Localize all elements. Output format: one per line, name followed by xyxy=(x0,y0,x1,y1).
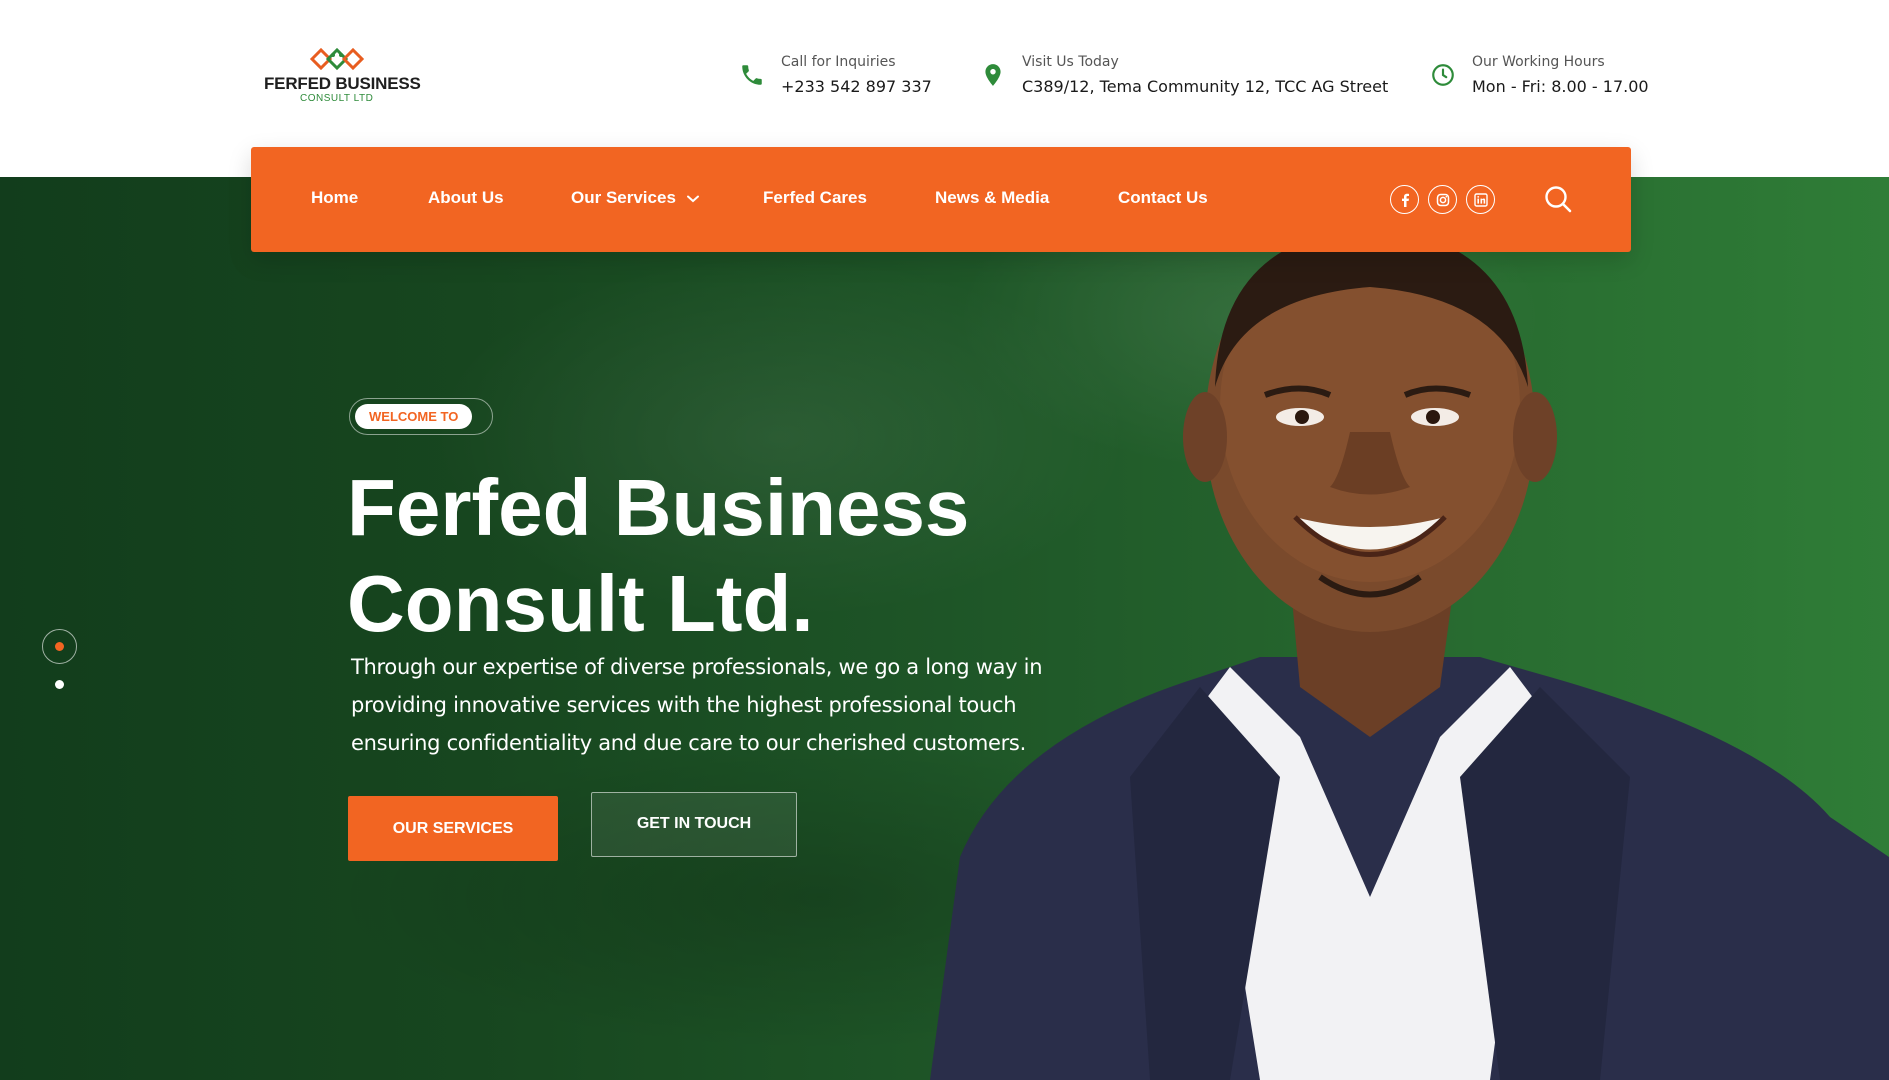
visit-label: Visit Us Today xyxy=(1022,54,1119,70)
get-in-touch-button[interactable]: GET IN TOUCH xyxy=(591,792,797,857)
hero-title-line-2: Consult Ltd. xyxy=(347,559,814,648)
contact-address[interactable]: Visit Us Today C389/12, Tema Community 1… xyxy=(980,52,1388,102)
nav-news-media[interactable]: News & Media xyxy=(935,188,1049,208)
page: FERFED BUSINESS CONSULT LTD Call for Inq… xyxy=(0,0,1889,1080)
logo[interactable]: FERFED BUSINESS CONSULT LTD xyxy=(262,46,421,108)
facebook-icon[interactable] xyxy=(1390,185,1419,214)
nav-contact[interactable]: Contact Us xyxy=(1118,188,1208,208)
hero-title-line-1: Ferfed Business xyxy=(347,463,970,552)
phone-value: +233 542 897 337 xyxy=(781,77,932,96)
map-pin-icon xyxy=(985,64,1001,86)
welcome-badge: WELCOME TO xyxy=(349,398,493,435)
logo-mark-icon xyxy=(309,47,365,71)
hours-label: Our Working Hours xyxy=(1472,54,1605,70)
phone-icon xyxy=(742,65,762,85)
our-services-button[interactable]: OUR SERVICES xyxy=(348,796,558,861)
slider-dot-active[interactable] xyxy=(42,629,77,664)
instagram-icon[interactable] xyxy=(1428,185,1457,214)
nav-home[interactable]: Home xyxy=(311,188,358,208)
clock-icon xyxy=(1432,64,1454,86)
phone-label: Call for Inquiries xyxy=(781,54,896,70)
slider-dot[interactable] xyxy=(55,680,64,689)
search-icon[interactable] xyxy=(1543,184,1573,214)
hero-description: Through our expertise of diverse profess… xyxy=(351,655,1043,755)
chevron-down-icon xyxy=(686,195,699,202)
nav-about[interactable]: About Us xyxy=(428,188,504,208)
working-hours: Our Working Hours Mon - Fri: 8.00 - 17.0… xyxy=(1430,52,1649,102)
logo-name: FERFED BUSINESS xyxy=(264,74,421,93)
hero-title: Ferfed Business Consult Ltd. xyxy=(347,460,1047,652)
welcome-badge-label: WELCOME TO xyxy=(355,404,473,429)
linkedin-icon[interactable] xyxy=(1466,185,1495,214)
nav-services-label: Our Services xyxy=(571,188,676,207)
hours-value: Mon - Fri: 8.00 - 17.00 xyxy=(1472,77,1649,96)
nav-services[interactable]: Our Services xyxy=(571,188,699,208)
logo-tagline: CONSULT LTD xyxy=(300,93,374,104)
visit-value: C389/12, Tema Community 12, TCC AG Stree… xyxy=(1022,77,1389,96)
contact-phone[interactable]: Call for Inquiries +233 542 897 337 xyxy=(739,52,932,102)
nav-ferfed-cares[interactable]: Ferfed Cares xyxy=(763,188,867,208)
main-nav: Home About Us Our Services Ferfed Cares … xyxy=(251,147,1631,252)
